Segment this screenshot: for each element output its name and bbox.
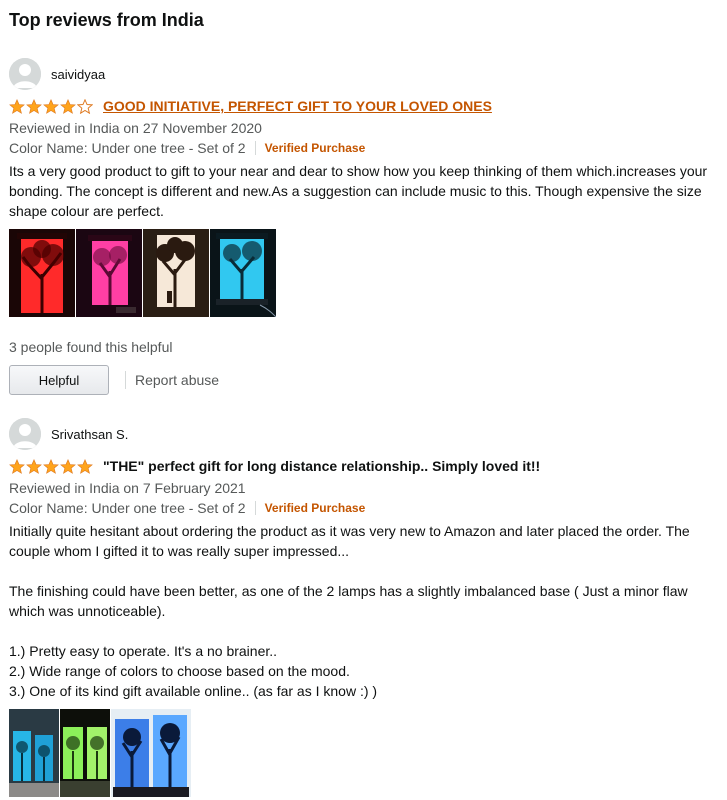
review-title-link[interactable]: GOOD INITIATIVE, PERFECT GIFT TO YOUR LO…	[103, 98, 492, 114]
divider	[125, 371, 126, 389]
review-image-thumbnail[interactable]	[9, 229, 75, 317]
review-paragraph: Initially quite hesitant about ordering …	[9, 523, 690, 559]
pink-lamp-image	[76, 229, 142, 317]
review-image-thumbnail[interactable]	[76, 229, 142, 317]
user-avatar-icon	[9, 58, 41, 90]
review-card: saividyaa GOOD INITIATIVE, PERFECT GIFT …	[9, 57, 709, 395]
star-empty-icon	[77, 98, 93, 114]
review-card: Srivathsan S. "THE" perfect gift for lon…	[9, 417, 709, 797]
helpful-count: 3 people found this helpful	[9, 339, 173, 355]
green-lamps-image	[60, 709, 110, 797]
review-image-thumbnail[interactable]	[60, 709, 110, 797]
review-image-thumbnail[interactable]	[210, 229, 276, 317]
star-filled-icon	[60, 458, 76, 474]
star-filled-icon	[26, 458, 42, 474]
review-image-thumbnail[interactable]	[111, 709, 191, 797]
profile[interactable]: Srivathsan S.	[9, 417, 709, 451]
profile[interactable]: saividyaa	[9, 57, 709, 91]
variant-label: Color Name: Under one tree - Set of 2	[9, 140, 246, 156]
review-images	[9, 229, 709, 317]
review-list-item: 3.) One of its kind gift available onlin…	[9, 683, 378, 699]
helpful-button[interactable]: Helpful	[9, 365, 109, 395]
review-image-thumbnail[interactable]	[9, 709, 59, 797]
profile-name[interactable]: saividyaa	[51, 67, 105, 82]
verified-purchase-badge[interactable]: Verified Purchase	[265, 498, 366, 518]
review-image-thumbnail[interactable]	[143, 229, 209, 317]
blue-lamps-image	[9, 709, 59, 797]
blue-lamp-pair-image	[111, 709, 191, 797]
review-body: Its a very good product to gift to your …	[9, 161, 709, 221]
avatar[interactable]	[9, 418, 41, 450]
review-paragraph: Its a very good product to gift to your …	[9, 163, 708, 219]
review-title[interactable]: "THE" perfect gift for long distance rel…	[103, 458, 540, 474]
star-filled-icon	[43, 98, 59, 114]
star-filled-icon	[26, 98, 42, 114]
profile-name[interactable]: Srivathsan S.	[51, 427, 128, 442]
review-list-item: 1.) Pretty easy to operate. It's a no br…	[9, 643, 278, 659]
white-lamp-image	[143, 229, 209, 317]
report-abuse-link[interactable]: Report abuse	[135, 372, 219, 388]
divider	[254, 501, 256, 515]
user-avatar-icon	[9, 418, 41, 450]
star-filled-icon	[77, 458, 93, 474]
review-date: Reviewed in India on 27 November 2020	[9, 120, 262, 136]
red-lamp-image	[9, 229, 75, 317]
star-filled-icon	[9, 458, 25, 474]
star-filled-icon	[60, 98, 76, 114]
star-rating[interactable]	[9, 98, 94, 114]
avatar[interactable]	[9, 58, 41, 90]
blue-lamp-image	[210, 229, 276, 317]
review-body: Initially quite hesitant about ordering …	[9, 521, 709, 701]
star-filled-icon	[43, 458, 59, 474]
star-filled-icon	[9, 98, 25, 114]
divider	[254, 141, 256, 155]
review-paragraph: The finishing could have been better, as…	[9, 583, 688, 619]
review-list-item: 2.) Wide range of colors to choose based…	[9, 663, 350, 679]
review-date: Reviewed in India on 7 February 2021	[9, 480, 246, 496]
section-title: Top reviews from India	[9, 10, 204, 30]
star-rating[interactable]	[9, 458, 94, 474]
verified-purchase-badge[interactable]: Verified Purchase	[265, 138, 366, 158]
variant-label: Color Name: Under one tree - Set of 2	[9, 500, 246, 516]
review-images	[9, 709, 709, 797]
